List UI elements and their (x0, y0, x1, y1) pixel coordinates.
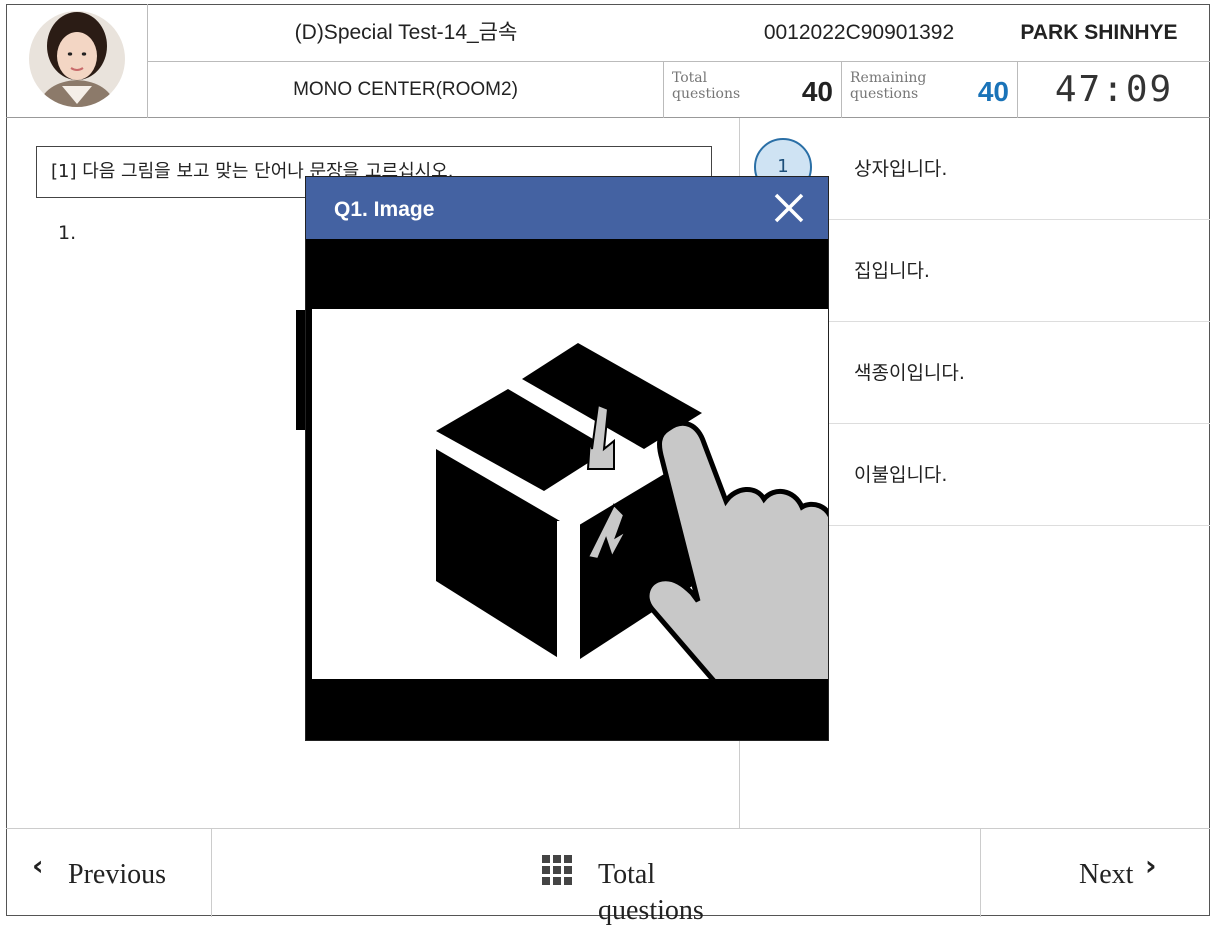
total-questions-value: 40 (801, 76, 833, 107)
option-label: 이불입니다. (854, 464, 948, 486)
next-label: Next (1079, 859, 1134, 890)
option-label: 집입니다. (854, 260, 930, 282)
chevron-right-icon: › (1145, 849, 1157, 882)
remaining-questions-label: Remaining questions (850, 70, 927, 102)
previous-button[interactable]: ‹ Previous (6, 829, 212, 917)
remaining-questions-counter: Remaining questions 40 (842, 62, 1018, 118)
countdown-timer: 47:09 (1054, 69, 1174, 110)
box-with-hand-press-icon (436, 343, 857, 705)
modal-header: Q1. Image (306, 177, 828, 239)
next-button[interactable]: Next › (980, 829, 1210, 917)
total-questions-label: Total questions (598, 859, 704, 926)
examinee-photo (6, 4, 148, 118)
test-center: MONO CENTER(ROOM2) (148, 62, 664, 118)
avatar (29, 11, 125, 107)
exam-header: (D)Special Test-14_금속 0012022C90901392 P… (6, 4, 1210, 118)
examinee-id: 0012022C90901392 (763, 21, 955, 44)
question-image (312, 309, 857, 705)
question-number: 1. (58, 222, 77, 244)
remaining-questions-value: 40 (977, 76, 1009, 107)
chevron-left-icon: ‹ (32, 849, 44, 882)
total-questions-label: Total questions (672, 70, 741, 102)
examinee-name: PARK SHINHYE (1020, 21, 1178, 44)
exam-title: (D)Special Test-14_금속 (294, 21, 518, 44)
previous-label: Previous (68, 859, 166, 890)
total-questions-counter: Total questions 40 (664, 62, 842, 118)
modal-title: Q1. Image (334, 198, 435, 221)
option-label: 상자입니다. (854, 158, 948, 180)
navigation-footer: ‹ Previous Total questions Next › (6, 828, 1210, 926)
total-questions-button[interactable]: Total questions (212, 829, 980, 926)
close-icon[interactable] (772, 191, 806, 225)
image-modal: Q1. Image (305, 176, 857, 741)
grid-icon (542, 855, 572, 885)
option-label: 색종이입니다. (854, 362, 965, 384)
